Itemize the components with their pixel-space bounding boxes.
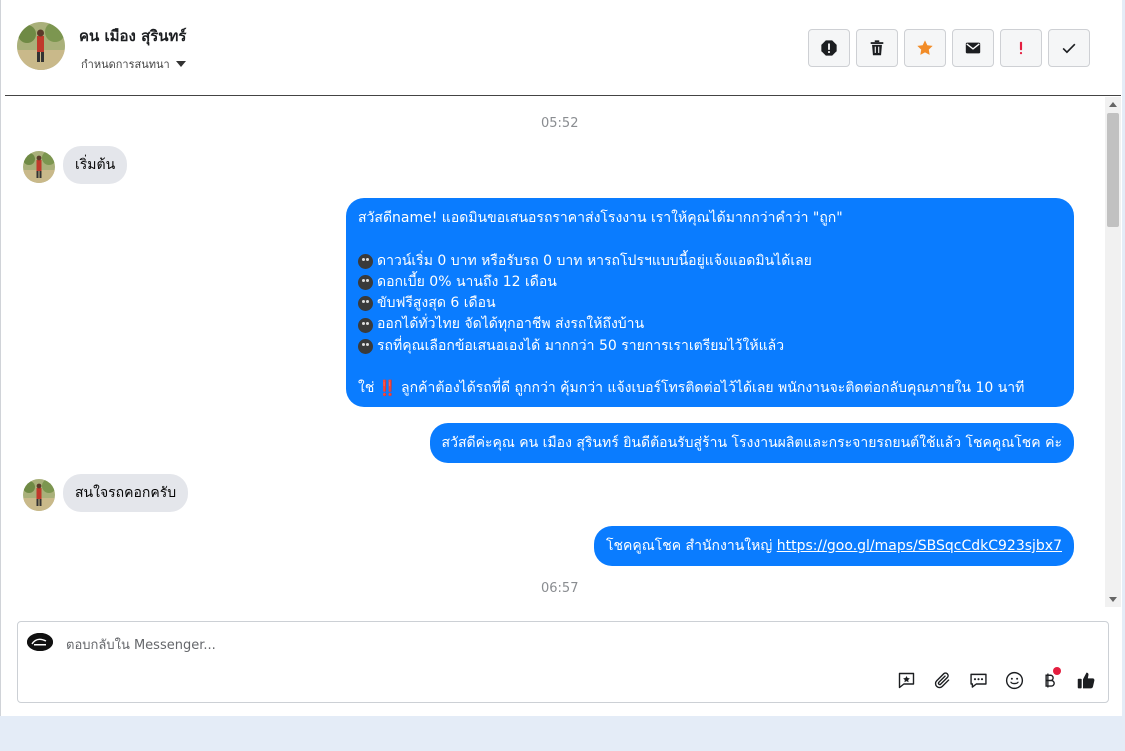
done-button[interactable] — [1048, 29, 1090, 67]
checkmark-icon — [1062, 43, 1076, 54]
star-icon — [917, 40, 933, 55]
contact-name[interactable]: คน เมือง สุรินทร์ — [79, 24, 187, 48]
trash-icon — [870, 40, 884, 56]
exclamation-icon — [1019, 41, 1023, 55]
message-text: ใช่ — [358, 380, 375, 397]
message-line-blank — [358, 357, 1062, 378]
message-line: ใช่ ‼️ ลูกค้าต้องได้รถที่ดี ถูกกว่า คุ้ม… — [358, 378, 1062, 399]
conversation-settings-label: กำหนดการสนทนา — [81, 58, 170, 71]
message-line: สวัสดีname! แอดมินขอเสนอรถราคาส่งโรงงาน … — [358, 208, 1062, 229]
message-text: ออกได้ทั่วไทย จัดได้ทุกอาชีพ ส่งรถให้ถึง… — [377, 316, 645, 333]
message-text: สวัสดีname! แอดมินขอเสนอรถราคาส่งโรงงาน … — [358, 210, 843, 226]
emoji-icon — [358, 275, 373, 291]
notification-dot — [1053, 667, 1061, 675]
timestamp: 05:52 — [541, 116, 579, 131]
timestamp: 06:57 — [541, 581, 579, 596]
contact-avatar[interactable] — [17, 22, 65, 70]
composer-toolbar — [894, 667, 1098, 692]
conversation-settings-dropdown[interactable]: กำหนดการสนทนา — [81, 55, 186, 73]
emoji-icon — [1005, 671, 1023, 689]
message-line: ดอกเบี้ย 0% นานถึง 12 เดือน — [358, 272, 1062, 293]
emoji-icon — [358, 296, 373, 312]
contact-avatar[interactable] — [23, 151, 55, 183]
scroll-up-arrow-icon[interactable] — [1109, 102, 1117, 107]
incoming-message[interactable]: เริ่มต้น — [63, 146, 128, 184]
message-line-blank — [358, 229, 1062, 250]
emoji-icon — [358, 338, 373, 354]
message-text: ดาวน์เริ่ม 0 บาท หรือรับรถ 0 บาท หารถโปร… — [377, 252, 812, 269]
scroll-thumb[interactable] — [1107, 113, 1119, 227]
message-text: ลูกค้าต้องได้รถที่ดี ถูกกว่า คุ้มกว่า แจ… — [401, 380, 1025, 397]
maps-link[interactable]: https://goo.gl/maps/SBSqcCdkC923sjbx7 — [777, 538, 1062, 554]
message-line: ดาวน์เริ่ม 0 บาท หรือรับรถ 0 บาท หารถโปร… — [358, 251, 1062, 272]
quick-reply-icon — [969, 673, 987, 688]
emoji-button[interactable] — [1002, 668, 1026, 692]
reply-input[interactable] — [66, 634, 966, 656]
quick-reply-button[interactable] — [966, 668, 990, 692]
incoming-message[interactable]: สนใจรถคอกครับ — [63, 474, 189, 512]
attachment-button[interactable] — [930, 668, 954, 692]
star-button[interactable] — [904, 29, 946, 67]
message-text: โชคคูณโชค สำนักงานใหญ่ — [605, 538, 773, 554]
delete-button[interactable] — [856, 29, 898, 67]
thread-scrollbar[interactable] — [1105, 97, 1121, 607]
reply-composer — [17, 621, 1109, 703]
conversation-header: คน เมือง สุรินทร์ กำหนดการสนทนา — [5, 0, 1121, 96]
thumbs-up-icon — [1077, 672, 1094, 688]
message-thread[interactable]: 05:52 เริ่มต้น สวัสดีname! แอดมินขอเสนอร… — [5, 97, 1105, 607]
message-text: ขับฟรีสูงสุด 6 เดือน — [377, 295, 496, 312]
outgoing-message[interactable]: สวัสดีname! แอดมินขอเสนอรถราคาส่งโรงงาน … — [346, 198, 1074, 407]
caret-down-icon — [175, 61, 186, 67]
thumbs-up-button[interactable] — [1074, 668, 1098, 692]
payment-button[interactable] — [1038, 667, 1062, 692]
message-text: ดอกเบี้ย 0% นานถึง 12 เดือน — [377, 273, 557, 290]
message-line: รถที่คุณเลือกข้อเสนอเองได้ มากกว่า 50 รา… — [358, 336, 1062, 357]
conversation-toolbar — [808, 29, 1090, 67]
report-icon — [821, 40, 837, 56]
message-line: ออกได้ทั่วไทย จัดได้ทุกอาชีพ ส่งรถให้ถึง… — [358, 314, 1062, 335]
mark-unread-button[interactable] — [952, 29, 994, 67]
message-line: ขับฟรีสูงสุด 6 เดือน — [358, 293, 1062, 314]
emoji-icon — [358, 317, 373, 333]
outgoing-message[interactable]: สวัสดีค่ะคุณ คน เมือง สุรินทร์ ยินดีต้อน… — [429, 423, 1074, 463]
saved-reply-icon — [898, 672, 914, 688]
contact-avatar[interactable] — [23, 479, 55, 511]
double-exclamation-icon: ‼️ — [378, 379, 398, 398]
report-button[interactable] — [808, 29, 850, 67]
attachment-icon — [934, 671, 949, 688]
outgoing-message[interactable]: โชคคูณโชค สำนักงานใหญ่ https://goo.gl/ma… — [593, 526, 1074, 566]
messenger-conversation-panel: คน เมือง สุรินทร์ กำหนดการสนทนา 05:52 เร… — [0, 0, 1122, 716]
saved-reply-button[interactable] — [894, 668, 918, 692]
scroll-down-arrow-icon[interactable] — [1109, 597, 1117, 602]
envelope-icon — [965, 42, 981, 54]
spam-button[interactable] — [1000, 29, 1042, 67]
page-avatar — [27, 633, 53, 651]
message-text: รถที่คุณเลือกข้อเสนอเองได้ มากกว่า 50 รา… — [377, 337, 785, 354]
emoji-icon — [358, 253, 373, 269]
